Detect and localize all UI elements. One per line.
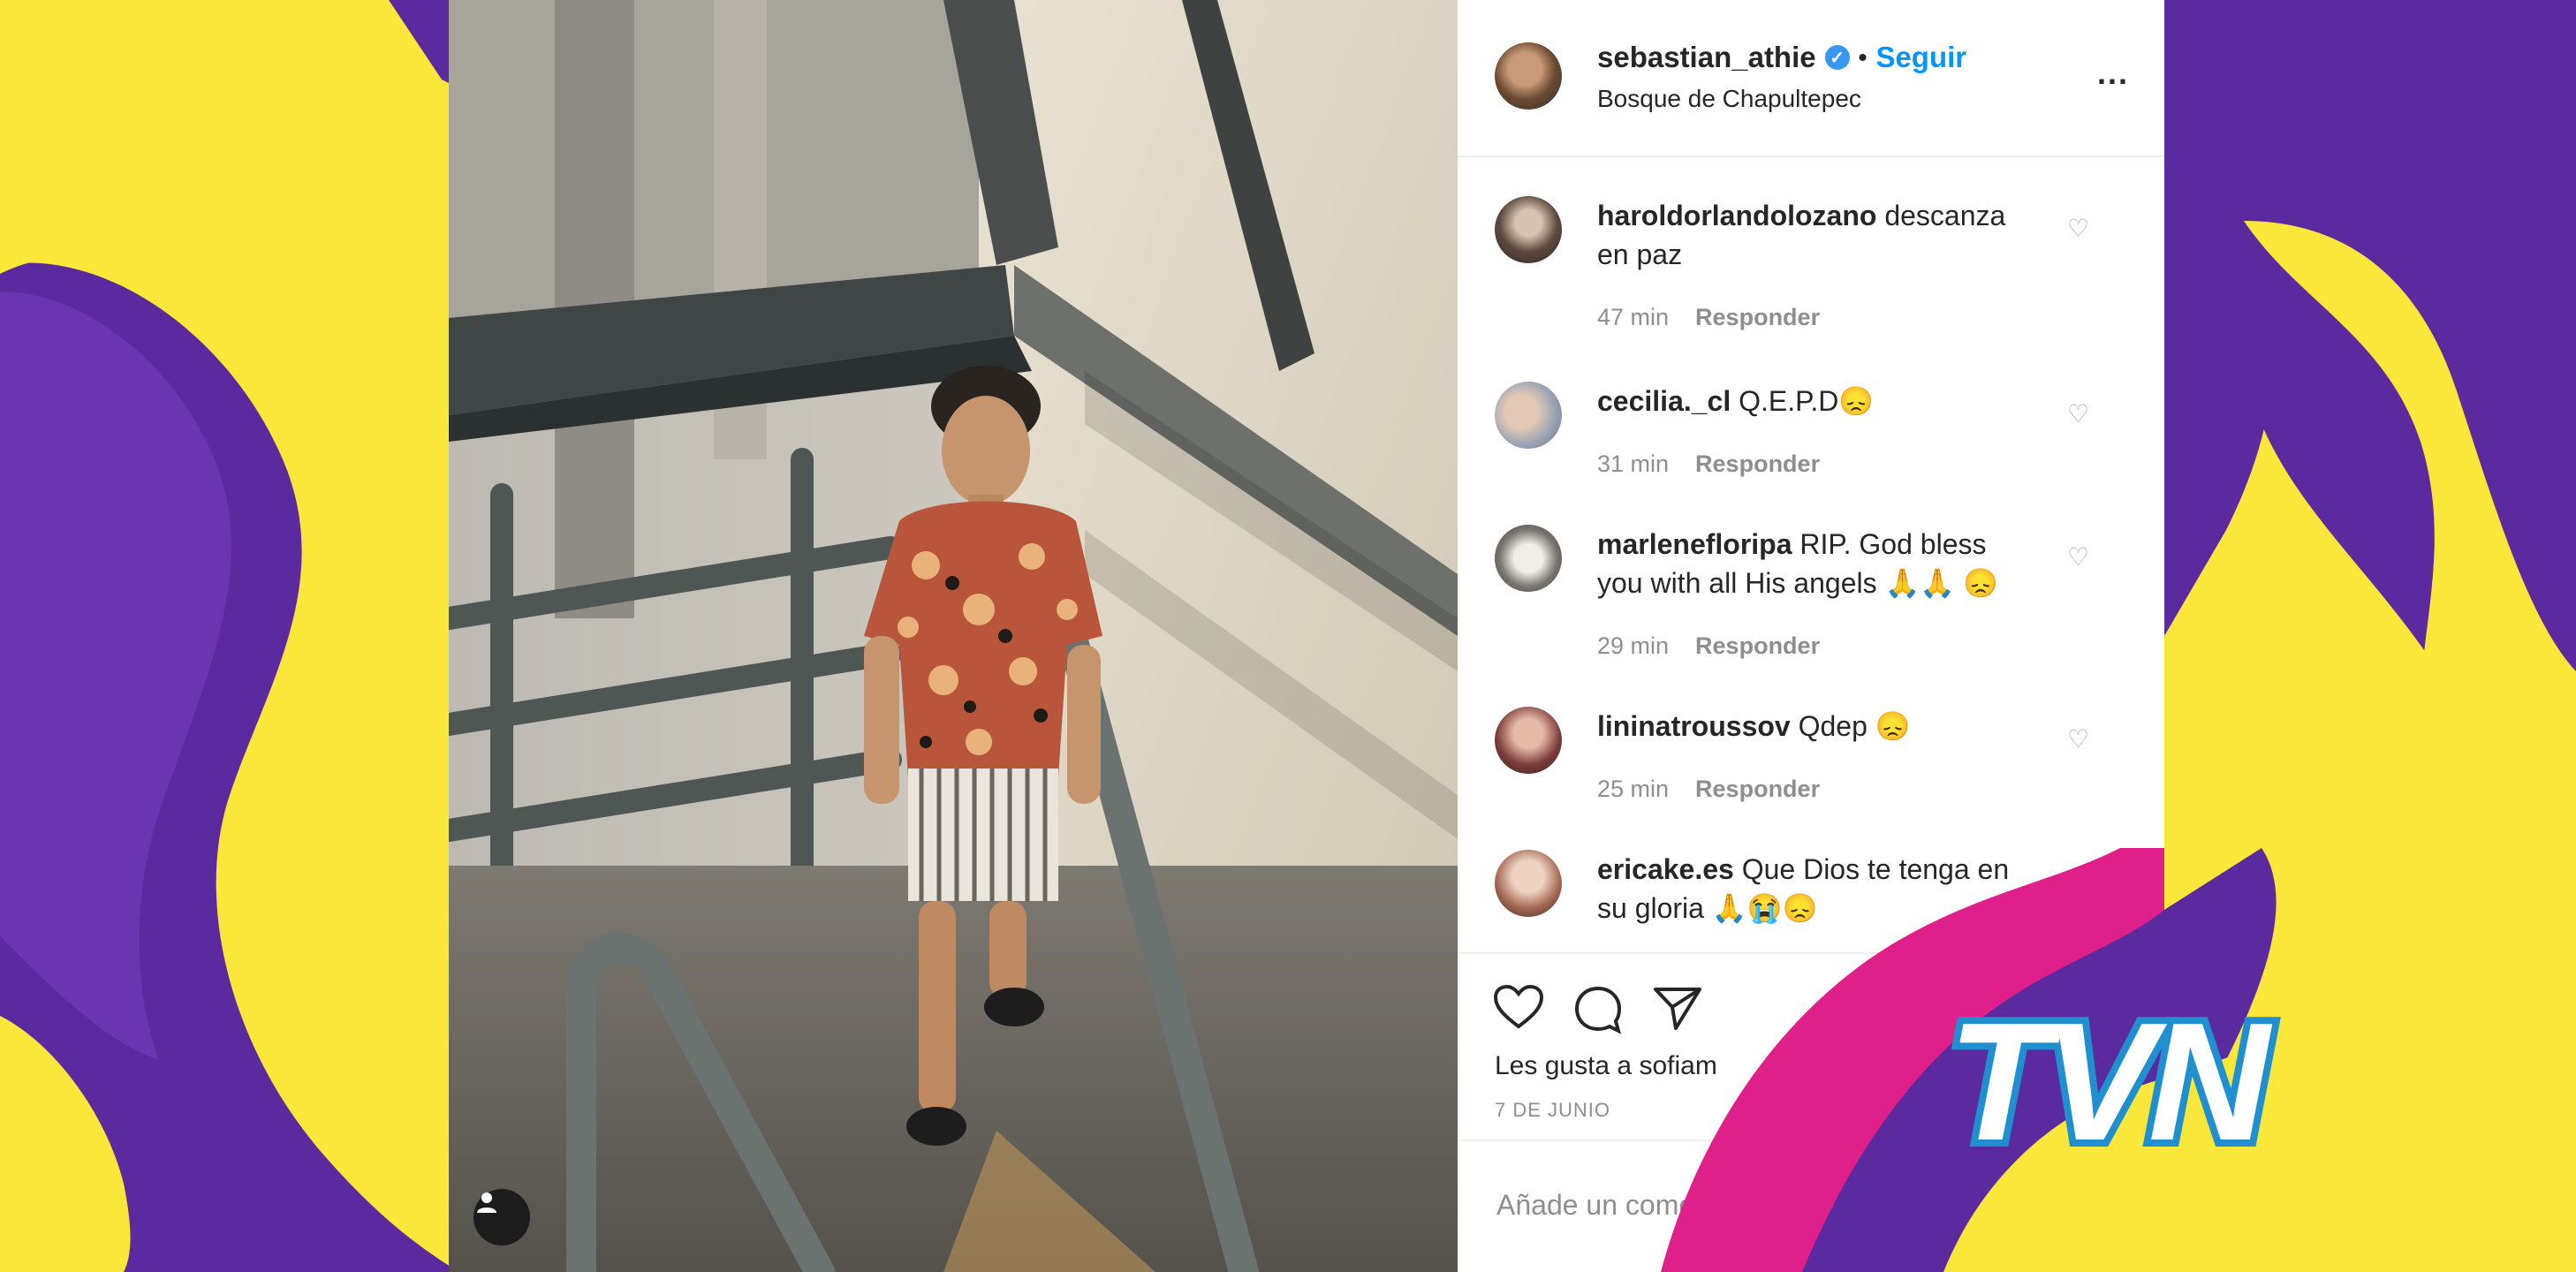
post-photo[interactable] bbox=[449, 0, 1458, 1272]
comment-meta: 47 min Responder bbox=[1597, 304, 1820, 331]
author-line: sebastian_athie ✓ • Seguir bbox=[1597, 41, 1966, 74]
like-heart-icon[interactable] bbox=[1493, 984, 1544, 1030]
post-side-panel: sebastian_athie ✓ • Seguir Bosque de Cha… bbox=[1458, 0, 2164, 1272]
comment-time[interactable]: 29 min bbox=[1597, 632, 1669, 660]
commenter-username[interactable]: marlenefloripa bbox=[1597, 528, 1792, 560]
like-comment-heart-icon[interactable]: ♡ bbox=[2067, 724, 2089, 753]
share-send-icon[interactable] bbox=[1652, 984, 1703, 1032]
author-avatar[interactable] bbox=[1495, 42, 1562, 110]
comment-time[interactable]: 31 min bbox=[1597, 450, 1669, 478]
commenter-avatar[interactable] bbox=[1495, 196, 1562, 263]
comment-text: lininatroussov Qdep 😞 bbox=[1597, 707, 2012, 746]
comment-time[interactable]: 25 min bbox=[1597, 776, 1669, 803]
like-comment-heart-icon[interactable]: ♡ bbox=[2067, 214, 2089, 243]
reply-button[interactable]: Responder bbox=[1695, 632, 1820, 660]
commenter-username[interactable]: haroldorlandolozano bbox=[1597, 200, 1876, 231]
comment-text: ericake.es Que Dios te tenga en su glori… bbox=[1597, 850, 2012, 928]
commenter-avatar[interactable] bbox=[1495, 707, 1562, 774]
commenter-username[interactable]: lininatroussov bbox=[1597, 710, 1791, 742]
verified-badge-icon: ✓ bbox=[1824, 45, 1850, 70]
follow-button[interactable]: Seguir bbox=[1875, 41, 1966, 74]
separator-dot: • bbox=[1858, 43, 1868, 71]
comment-body: Qdep 😞 bbox=[1798, 710, 1911, 742]
comment-meta: 31 min Responder bbox=[1597, 450, 1820, 478]
comment-time[interactable]: 47 min bbox=[1597, 304, 1669, 331]
add-comment-input[interactable] bbox=[1495, 1182, 2028, 1228]
comment-text: haroldorlandolozano descanza en paz bbox=[1597, 196, 2012, 274]
add-comment-bar bbox=[1458, 1140, 2164, 1272]
comment-text: cecilia._cl Q.E.P.D😞 bbox=[1597, 382, 2012, 420]
likes-text[interactable]: Les gusta a sofiam bbox=[1495, 1051, 1717, 1081]
comment-meta: 25 min Responder bbox=[1597, 776, 1820, 803]
like-comment-heart-icon[interactable]: ♡ bbox=[2067, 399, 2089, 428]
photo-scene bbox=[449, 0, 1458, 1272]
reply-button[interactable]: Responder bbox=[1695, 450, 1820, 478]
comment-body: Q.E.P.D😞 bbox=[1739, 385, 1875, 417]
post-header: sebastian_athie ✓ • Seguir Bosque de Cha… bbox=[1458, 0, 2164, 157]
commenter-username[interactable]: cecilia._cl bbox=[1597, 385, 1731, 417]
post-actions: Les gusta a sofiam 7 DE JUNIO bbox=[1458, 952, 2164, 1140]
reply-button[interactable]: Responder bbox=[1695, 776, 1820, 803]
action-icons bbox=[1493, 984, 1703, 1035]
like-comment-heart-icon[interactable]: ♡ bbox=[2067, 542, 2089, 572]
tagged-users-icon[interactable] bbox=[474, 1189, 530, 1246]
commenter-avatar[interactable] bbox=[1495, 850, 1562, 917]
comment-text: marlenefloripa RIP. God bless you with a… bbox=[1597, 525, 2012, 602]
commenter-username[interactable]: ericake.es bbox=[1597, 853, 1734, 885]
commenter-avatar[interactable] bbox=[1495, 382, 1562, 449]
commenter-avatar[interactable] bbox=[1495, 525, 1562, 592]
post-location[interactable]: Bosque de Chapultepec bbox=[1597, 85, 1861, 113]
comment-meta: 29 min Responder bbox=[1597, 632, 1820, 660]
reply-button[interactable]: Responder bbox=[1695, 304, 1820, 331]
more-options-icon[interactable]: ... bbox=[2097, 55, 2129, 92]
comment-bubble-icon[interactable] bbox=[1572, 984, 1624, 1035]
author-username[interactable]: sebastian_athie bbox=[1597, 41, 1816, 74]
post-date[interactable]: 7 DE JUNIO bbox=[1495, 1099, 1610, 1122]
